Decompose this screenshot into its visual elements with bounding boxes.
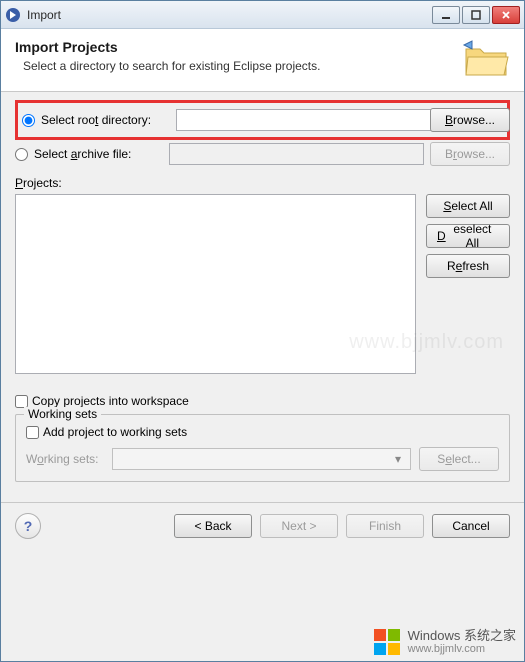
- working-sets-group: Working sets Add project to working sets…: [15, 414, 510, 482]
- root-directory-radio-input[interactable]: [22, 114, 35, 127]
- close-button[interactable]: [492, 6, 520, 24]
- working-sets-select-button: Select...: [419, 447, 499, 471]
- wizard-header: Import Projects Select a directory to se…: [1, 29, 524, 92]
- next-button: Next >: [260, 514, 338, 538]
- page-title: Import Projects: [15, 39, 452, 55]
- archive-file-radio-input[interactable]: [15, 148, 28, 161]
- watermark: Windows 系统之家 www.bjjmlv.com: [372, 627, 516, 657]
- watermark-line2: www.bjjmlv.com: [408, 643, 516, 655]
- archive-file-input: [169, 143, 424, 165]
- back-button[interactable]: < Back: [174, 514, 252, 538]
- wizard-body: Select root directory: Browse... Select …: [1, 92, 524, 482]
- window-controls: [432, 6, 520, 24]
- import-dialog: Import Import Projects Select a director…: [0, 0, 525, 662]
- add-to-working-sets-checkbox[interactable]: [26, 426, 39, 439]
- browse-archive-button: Browse...: [430, 142, 510, 166]
- root-directory-label: Select root directory:: [41, 113, 151, 127]
- minimize-button[interactable]: [432, 6, 460, 24]
- working-sets-combo-label: Working sets:: [26, 452, 104, 466]
- deselect-all-button[interactable]: Deselect All: [426, 224, 510, 248]
- copy-projects-label: Copy projects into workspace: [32, 394, 189, 408]
- maximize-button[interactable]: [462, 6, 490, 24]
- working-sets-legend: Working sets: [24, 407, 101, 421]
- select-all-button[interactable]: Select All: [426, 194, 510, 218]
- chevron-down-icon: ▾: [390, 452, 406, 466]
- watermark-line1: Windows 系统之家: [408, 629, 516, 643]
- finish-button: Finish: [346, 514, 424, 538]
- titlebar: Import: [1, 1, 524, 29]
- window-title: Import: [27, 8, 432, 22]
- refresh-button[interactable]: Refresh: [426, 254, 510, 278]
- projects-label: Projects:: [15, 176, 510, 190]
- projects-list[interactable]: [15, 194, 416, 374]
- working-sets-combo: ▾: [112, 448, 411, 470]
- copy-projects-row: Copy projects into workspace: [15, 394, 510, 408]
- add-to-working-sets-label: Add project to working sets: [43, 425, 187, 439]
- cancel-button[interactable]: Cancel: [432, 514, 510, 538]
- help-button[interactable]: ?: [15, 513, 41, 539]
- archive-file-radio[interactable]: Select archive file:: [15, 147, 163, 161]
- browse-root-button[interactable]: Browse...: [430, 108, 510, 132]
- archive-row: Select archive file: Browse...: [15, 142, 510, 166]
- copy-projects-checkbox[interactable]: [15, 395, 28, 408]
- windows-logo-icon: [372, 627, 402, 657]
- wizard-footer: ? < Back Next > Finish Cancel: [1, 503, 524, 549]
- page-subtitle: Select a directory to search for existin…: [15, 59, 452, 73]
- folder-import-icon: [462, 39, 510, 79]
- root-directory-radio[interactable]: Select root directory:: [22, 113, 170, 127]
- app-icon: [5, 7, 21, 23]
- archive-file-label: Select archive file:: [34, 147, 131, 161]
